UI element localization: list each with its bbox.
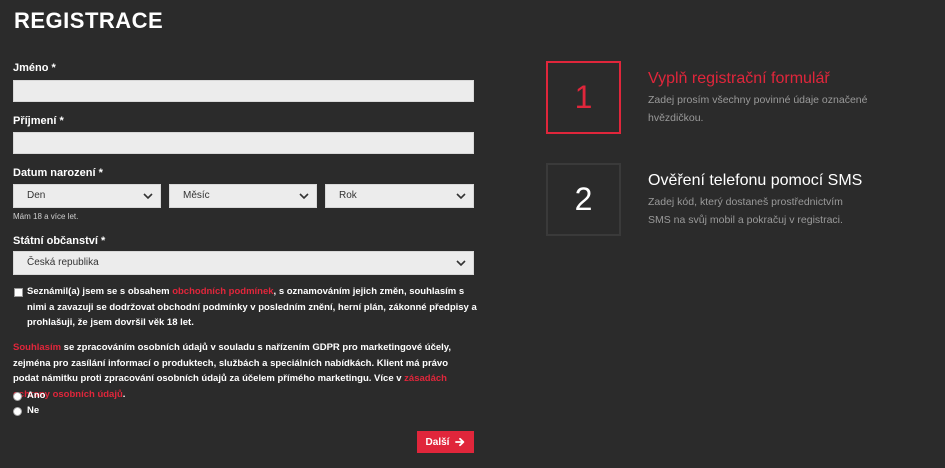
- step-1-title: Vyplň registrační formulář: [648, 70, 830, 87]
- age-hint: Mám 18 a více let.: [13, 212, 79, 221]
- radio-yes-label: Ano: [27, 390, 46, 401]
- gdpr-text-part1: se zpracováním osobních údajů v souladu …: [13, 342, 451, 384]
- last-name-label: Příjmení *: [13, 115, 64, 127]
- page-title: REGISTRACE: [14, 8, 164, 33]
- first-name-label: Jméno *: [13, 62, 56, 74]
- chevron-down-icon: [456, 260, 466, 267]
- step-2-number: 2: [546, 163, 621, 236]
- day-select-value: Den: [27, 190, 46, 201]
- last-name-input[interactable]: [13, 132, 474, 154]
- step-2-title: Ověření telefonu pomocí SMS: [648, 172, 863, 189]
- radio-yes[interactable]: [13, 392, 22, 401]
- terms-checkbox[interactable]: [14, 288, 23, 297]
- year-select-value: Rok: [339, 190, 357, 201]
- step-2-description: Zadej kód, který dostaneš prostřednictví…: [648, 196, 843, 226]
- month-select[interactable]: Měsíc: [169, 184, 317, 208]
- arrow-right-icon: [455, 437, 465, 447]
- gdpr-text-part2: .: [122, 388, 126, 400]
- terms-link[interactable]: obchodních podmínek: [172, 286, 273, 297]
- radio-no-label: Ne: [27, 405, 40, 416]
- terms-text: Seznámil(a) jsem se s obsahem obchodních…: [27, 284, 477, 331]
- citizenship-label: Státní občanství *: [13, 235, 106, 247]
- first-name-input[interactable]: [13, 80, 474, 102]
- gdpr-consent-link[interactable]: Souhlasím: [13, 342, 61, 353]
- gdpr-text: Souhlasím se zpracováním osobních údajů …: [13, 340, 473, 402]
- chevron-down-icon: [456, 193, 466, 200]
- chevron-down-icon: [299, 193, 309, 200]
- step-1-number: 1: [546, 61, 621, 134]
- month-select-value: Měsíc: [183, 190, 210, 201]
- citizenship-select[interactable]: Česká republika: [13, 251, 474, 275]
- chevron-down-icon: [143, 193, 153, 200]
- day-select[interactable]: Den: [13, 184, 161, 208]
- terms-text-part1: Seznámil(a) jsem se s obsahem: [27, 286, 173, 297]
- birthdate-label: Datum narození *: [13, 167, 103, 179]
- year-select[interactable]: Rok: [325, 184, 474, 208]
- step-1-description: Zadej prosím všechny povinné údaje označ…: [648, 94, 868, 124]
- next-button-label: Další: [425, 436, 450, 448]
- radio-no[interactable]: [13, 407, 22, 416]
- next-button[interactable]: Další: [417, 431, 474, 453]
- citizenship-select-value: Česká republika: [27, 257, 99, 268]
